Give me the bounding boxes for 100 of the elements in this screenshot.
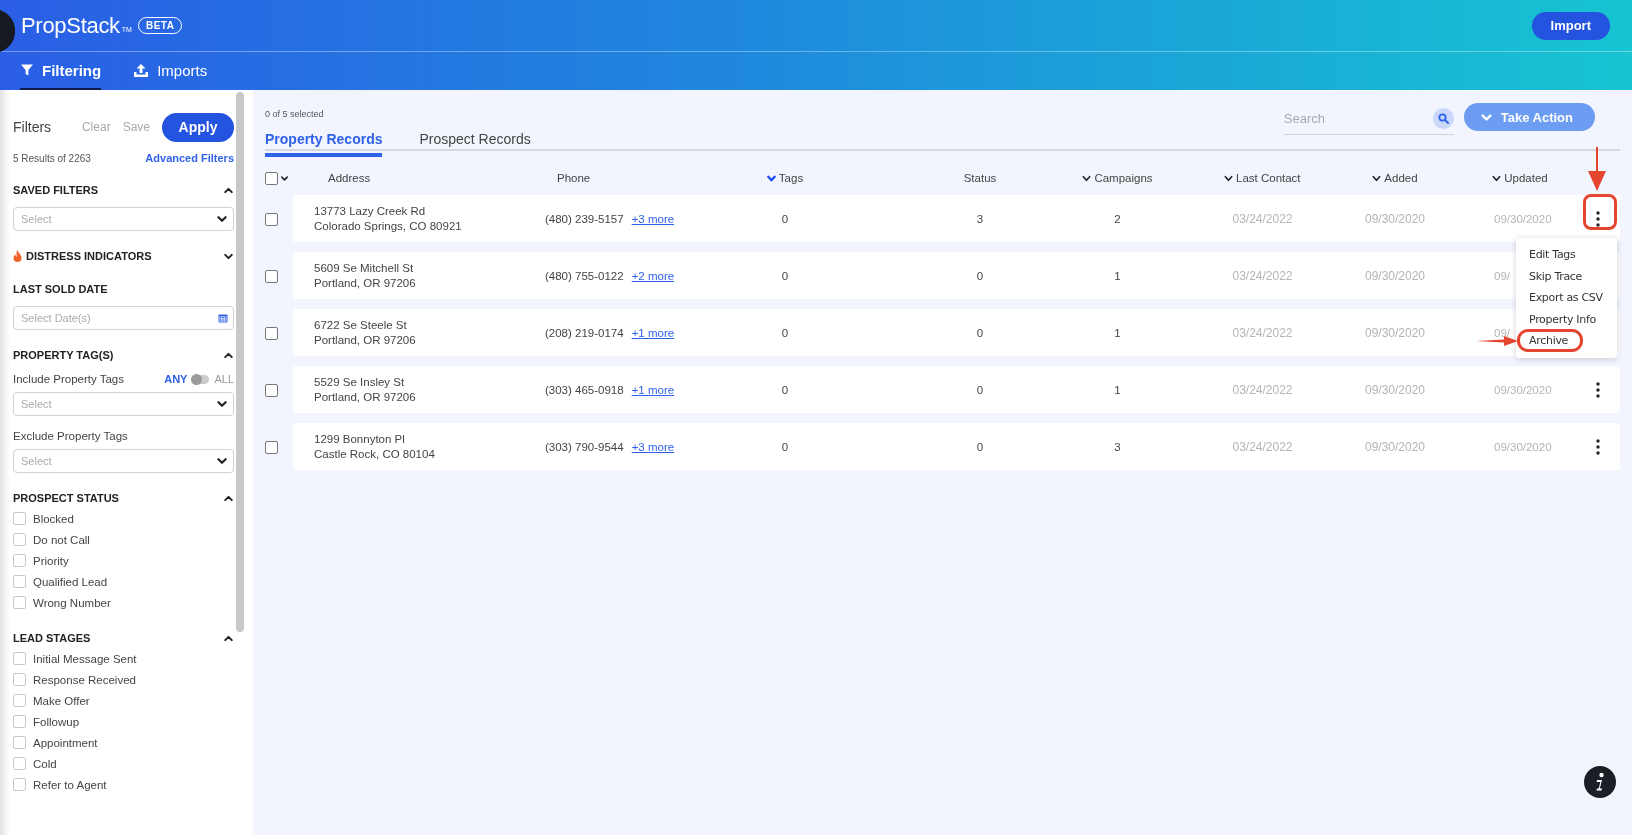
selection-count: 0 of 5 selected [265,109,325,119]
table-cell-text: 0 [780,212,790,225]
toggle-switch[interactable] [192,374,210,384]
checkbox-label: Followup [33,715,80,728]
phone-number: (480) 239-5157 [545,212,624,225]
caret-icon [216,398,228,410]
filters-title: Filters [13,119,52,135]
column-header[interactable]: Last Contact [1224,172,1301,184]
checkbox[interactable] [265,171,278,185]
more-icon [1596,381,1600,398]
more-link[interactable]: +3 more [631,440,675,453]
more-icon [1596,210,1600,227]
date-cell-text: 03/24/2022 [1231,268,1294,283]
date-cell-text: 03/24/2022 [1231,325,1294,340]
date-cell-text: 09/30/2020 [1363,382,1427,397]
phone-number: (303) 790-9544 [545,440,624,453]
column-header[interactable]: Tags [766,172,804,184]
table-cell-text: 0 [975,383,985,396]
address-cell-text: 5609 Se Mitchell St Portland, OR 97206 [314,260,417,291]
column-header[interactable]: Address [328,172,371,184]
checkbox-label: Priority [33,554,69,567]
checkbox[interactable] [13,694,26,707]
date-cell-text: 03/24/2022 [1231,382,1294,397]
field-label: Exclude Property Tags [13,430,128,442]
date-cell: 09/ [1494,269,1510,282]
menu-item[interactable]: Archive [1520,332,1581,350]
checkbox[interactable] [13,715,26,728]
checkbox-label: Refer to Agent [33,778,107,791]
table-cell-text: 3 [1113,440,1122,453]
table-cell-text: 1 [1113,326,1122,339]
date-cell-text: 03/24/2022 [1231,211,1294,226]
table-cell-text: 0 [780,269,790,282]
date-cell-text: 09/30/2020 [1363,211,1427,226]
apply-button[interactable]: Apply [162,112,234,142]
column-header[interactable]: Updated [1492,172,1548,184]
column-header[interactable]: Added [1372,172,1418,184]
table-cell-text: 0 [780,440,790,453]
records-tab[interactable]: Property Records [265,128,383,157]
search-icon[interactable] [1432,108,1454,129]
checkbox[interactable] [265,326,278,340]
scrollbar-thumb[interactable] [236,92,244,632]
menu-item[interactable]: Skip Trace [1520,267,1595,285]
date-cell-text: 09/30/2020 [1363,268,1427,283]
table-cell-text: 2 [1113,212,1122,225]
menu-item[interactable]: Property Info [1520,310,1608,328]
column-header[interactable]: Status [963,172,997,184]
checkbox-label: Cold [33,757,57,770]
checkbox[interactable] [13,673,26,686]
checkbox[interactable] [13,554,26,567]
checkbox[interactable] [265,269,278,283]
checkbox[interactable] [13,575,26,588]
table-cell-text: 0 [975,269,985,282]
import-button[interactable]: Import [1531,11,1610,40]
checkbox-label: Initial Message Sent [33,652,137,665]
checkbox[interactable] [13,596,26,609]
column-header[interactable]: Campaigns [1082,172,1153,184]
table-cell-text: 0 [780,383,790,396]
toggle-option: ALL [214,373,234,385]
annotation-arrow [1587,146,1607,191]
checkbox[interactable] [265,440,278,454]
checkbox-label: Response Received [33,673,136,686]
more-link[interactable]: +3 more [631,212,675,225]
more-link[interactable]: +1 more [631,326,675,339]
info-icon[interactable] [1584,766,1616,798]
address-cell-text: 5529 Se Insley St Portland, OR 97206 [314,374,417,405]
date-cell: 09/30/2020 [1494,440,1552,453]
flame-icon [13,250,22,262]
section-heading: PROSPECT STATUS [13,492,119,504]
records-tab[interactable]: Prospect Records [419,128,531,157]
checkbox[interactable] [265,212,278,226]
checkbox-label: Make Offer [33,694,90,707]
checkbox[interactable] [13,757,26,770]
checkbox[interactable] [13,652,26,665]
menu-item[interactable]: Export as CSV [1520,289,1615,307]
address-cell-text: 13773 Lazy Creek Rd Colorado Springs, CO 80921 [314,203,463,234]
checkbox[interactable] [13,778,26,791]
table-cell-text: 0 [780,326,790,339]
checkbox[interactable] [13,512,26,525]
checkbox[interactable] [265,383,278,397]
advanced-filters-link[interactable]: Advanced Filters [145,152,234,164]
more-link[interactable]: +2 more [631,269,675,282]
calendar-icon [218,313,228,323]
filter-icon [20,63,34,77]
section-heading: LEAD STAGES [13,632,91,644]
nav-tab[interactable]: Imports [133,52,208,90]
menu-item[interactable]: Edit Tags [1520,246,1588,264]
checkbox[interactable] [13,533,26,546]
more-link[interactable]: +1 more [631,383,675,396]
checkbox[interactable] [13,736,26,749]
date-cell: 09/30/2020 [1494,383,1552,396]
date-cell-text: 03/24/2022 [1231,439,1294,454]
caret-icon [216,455,228,467]
phone-number: (208) 219-0174 [545,326,624,339]
checkbox-label: Wrong Number [33,596,111,609]
checkbox-label: Do not Call [33,533,90,546]
address-cell-text: 6722 Se Steele St Portland, OR 97206 [314,317,417,348]
section-heading: SAVED FILTERS [13,184,99,196]
address-cell-text: 1299 Bonnyton Pl Castle Rock, CO 80104 [314,431,436,462]
column-header[interactable]: Phone [557,172,591,184]
table-cell-text: 3 [975,212,985,225]
